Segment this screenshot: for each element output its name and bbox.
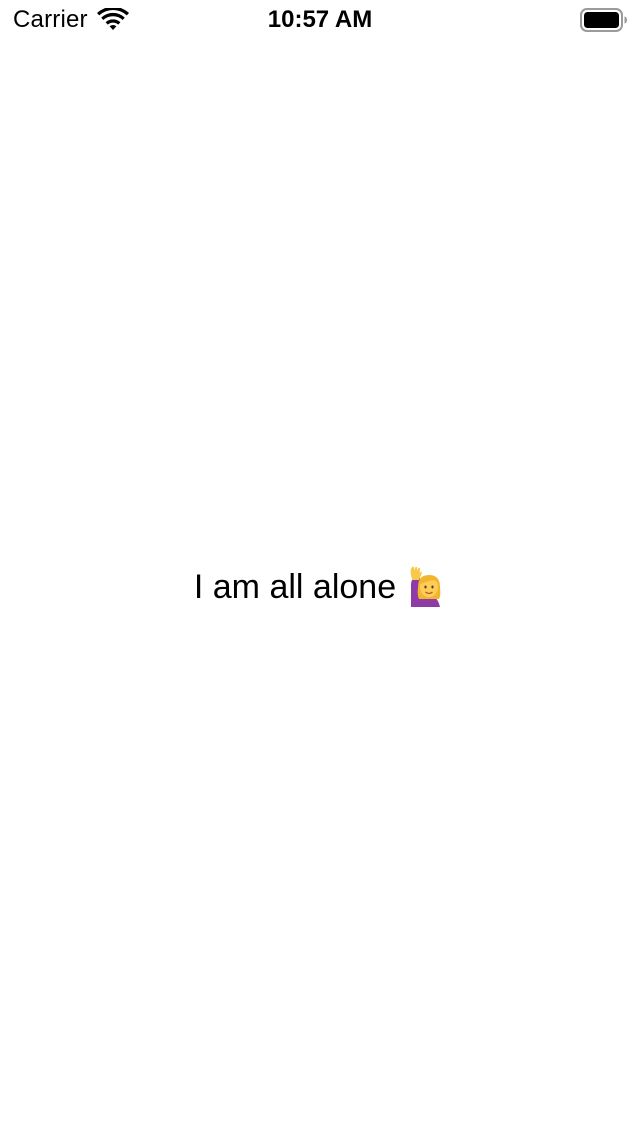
status-time: 10:57 AM [267,6,373,33]
status-bar: Carrier 10:57 AM [0,0,640,40]
raising-hand-icon [410,566,441,607]
center-message: I am all alone [0,565,640,609]
battery-icon [580,8,627,32]
message-text: I am all alone [193,568,397,606]
